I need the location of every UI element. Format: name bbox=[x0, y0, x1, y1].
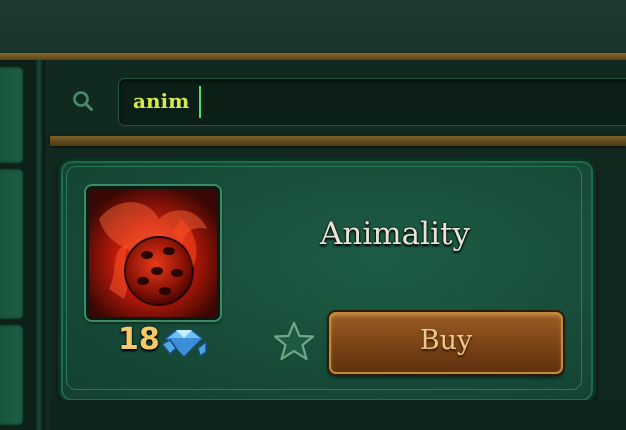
sidebar-divider bbox=[36, 60, 42, 430]
search-field[interactable] bbox=[118, 78, 626, 126]
search-gold-divider bbox=[50, 136, 626, 146]
sidebar-tab[interactable] bbox=[0, 168, 24, 320]
buy-button-label: Buy bbox=[419, 325, 473, 356]
item-price: 18 bbox=[118, 322, 160, 357]
favorite-star-icon[interactable] bbox=[272, 320, 316, 362]
search-icon[interactable] bbox=[72, 90, 94, 112]
animality-item-icon bbox=[89, 189, 217, 317]
top-gold-divider bbox=[0, 53, 626, 60]
item-icon-frame[interactable] bbox=[86, 186, 220, 320]
sidebar-tab[interactable] bbox=[0, 66, 24, 164]
buy-button[interactable]: Buy bbox=[329, 312, 563, 374]
sidebar-tab[interactable] bbox=[0, 324, 24, 426]
item-name: Animality bbox=[320, 216, 470, 252]
search-input[interactable] bbox=[133, 87, 533, 115]
top-panel-background bbox=[0, 0, 626, 56]
text-caret bbox=[199, 86, 201, 118]
gem-icon bbox=[160, 329, 207, 358]
bottom-panel-strip bbox=[50, 400, 626, 430]
